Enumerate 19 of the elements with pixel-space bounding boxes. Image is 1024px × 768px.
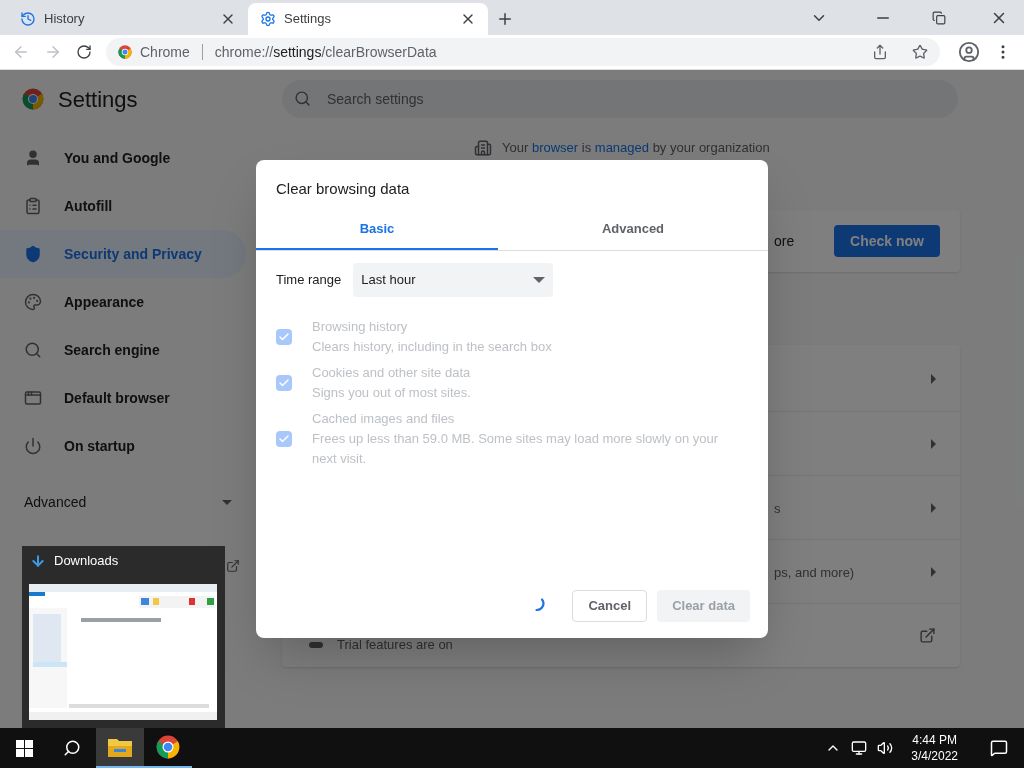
option-title: Cached images and files (312, 409, 456, 428)
safety-check-text: ore (774, 231, 796, 251)
row-subtitle: ps, and more) (774, 564, 855, 580)
option-description: Frees up less than 59.0 MB. Some sites may load more slowly on your next visit. (312, 429, 720, 468)
option-description: Signs you out of most sites. (312, 383, 471, 402)
tab-title: History (44, 10, 86, 29)
time-range-label: Time range (276, 270, 342, 289)
dialog-title: Clear browsing data (275, 179, 411, 199)
option-description: Clears history, including in the search box (312, 337, 552, 356)
tab-title: Settings (284, 10, 332, 29)
site-label: Chrome (140, 42, 190, 62)
managed-notice: Your browser is managed by your organization (502, 139, 770, 158)
option-title: Browsing history (312, 317, 409, 336)
row-subtitle: s (774, 500, 781, 516)
preview-title: Downloads (54, 552, 119, 571)
option-title: Cookies and other site data (312, 363, 471, 382)
row-subtitle: Trial features are on (337, 635, 454, 654)
settings-title: Settings (58, 85, 138, 114)
url-text: chrome://settings/clearBrowserData (214, 42, 437, 62)
